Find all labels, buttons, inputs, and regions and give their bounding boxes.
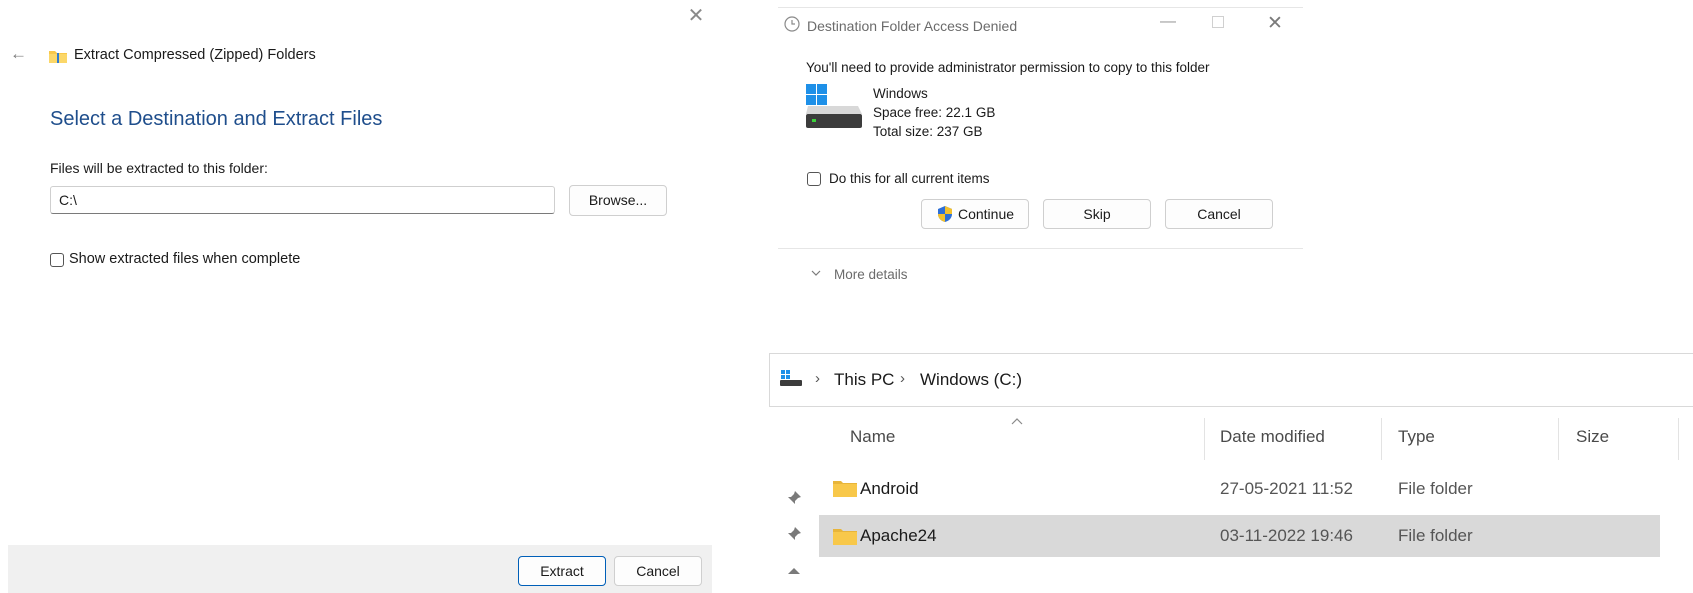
breadcrumb-windows-drive[interactable]: Windows (C:) — [920, 370, 1022, 390]
file-date: 27-05-2021 11:52 — [1220, 479, 1353, 498]
breadcrumb-this-pc[interactable]: This PC — [834, 370, 894, 390]
destination-path-input[interactable] — [50, 186, 555, 214]
file-date: 03-11-2022 19:46 — [1220, 526, 1353, 545]
column-header-name[interactable]: Name — [850, 427, 895, 447]
dialog-separator — [778, 248, 1303, 249]
close-icon[interactable]: ✕ — [1267, 12, 1283, 35]
breadcrumb-separator-icon: › — [900, 370, 905, 387]
continue-button[interactable]: Continue — [921, 199, 1029, 229]
apply-all-checkbox[interactable] — [807, 172, 821, 186]
more-details-toggle[interactable]: More details — [834, 267, 908, 282]
dialog-cancel-button[interactable]: Cancel — [1165, 199, 1273, 229]
column-header-type[interactable]: Type — [1398, 427, 1435, 447]
extract-button[interactable]: Extract — [518, 556, 606, 586]
dialog-title: Destination Folder Access Denied — [807, 18, 1018, 34]
skip-button[interactable]: Skip — [1043, 199, 1151, 229]
apply-all-label: Do this for all current items — [829, 171, 990, 186]
minimize-icon[interactable]: — — [1160, 13, 1176, 31]
extract-wizard-window — [0, 0, 712, 593]
this-pc-icon — [780, 370, 802, 386]
folder-icon — [833, 529, 857, 545]
dialog-top-border — [778, 7, 1303, 8]
wizard-footer — [8, 545, 712, 593]
destination-label: Files will be extracted to this folder: — [50, 160, 268, 176]
column-divider[interactable] — [1204, 418, 1205, 460]
wizard-title: Extract Compressed (Zipped) Folders — [74, 47, 316, 63]
pin-icon[interactable] — [786, 526, 802, 542]
page-heading: Select a Destination and Extract Files — [50, 108, 383, 130]
maximize-icon — [1212, 16, 1224, 28]
pin-icon[interactable] — [786, 562, 802, 578]
drive-free-space: Space free: 22.1 GB — [873, 105, 996, 120]
wizard-cancel-button[interactable]: Cancel — [614, 556, 702, 586]
file-type: File folder — [1398, 479, 1473, 498]
show-extracted-files-label: Show extracted files when complete — [69, 251, 301, 267]
breadcrumb-separator-icon: › — [815, 370, 820, 387]
access-denied-dialog — [778, 0, 1303, 300]
pin-icon[interactable] — [786, 490, 802, 506]
folder-icon — [833, 481, 857, 497]
drive-total-size: Total size: 237 GB — [873, 124, 983, 139]
column-divider[interactable] — [1678, 418, 1679, 460]
sort-ascending-icon — [1011, 418, 1023, 425]
file-name: Apache24 — [860, 526, 937, 545]
column-header-date-modified[interactable]: Date modified — [1220, 427, 1325, 447]
file-row-android[interactable]: Android 27-05-2021 11:52 File folder — [819, 468, 1660, 510]
file-type: File folder — [1398, 526, 1473, 545]
permission-message: You'll need to provide administrator per… — [806, 60, 1210, 75]
column-divider[interactable] — [1381, 418, 1382, 460]
clock-icon — [784, 16, 800, 32]
drive-name: Windows — [873, 86, 928, 101]
windows-drive-icon — [806, 84, 862, 128]
chevron-down-icon[interactable] — [811, 268, 821, 278]
close-icon[interactable]: ✕ — [686, 6, 706, 26]
continue-label: Continue — [957, 206, 1015, 222]
zip-folder-icon — [49, 51, 67, 63]
file-name: Android — [860, 479, 919, 498]
column-header-size[interactable]: Size — [1576, 427, 1609, 447]
address-bar[interactable] — [769, 353, 1693, 407]
column-divider[interactable] — [1558, 418, 1559, 460]
uac-shield-icon — [937, 206, 952, 222]
browse-button[interactable]: Browse... — [569, 185, 667, 216]
back-arrow-icon[interactable]: ← — [10, 44, 27, 64]
file-row-apache24[interactable]: Apache24 03-11-2022 19:46 File folder — [819, 515, 1660, 557]
show-extracted-files-checkbox[interactable] — [50, 253, 64, 267]
